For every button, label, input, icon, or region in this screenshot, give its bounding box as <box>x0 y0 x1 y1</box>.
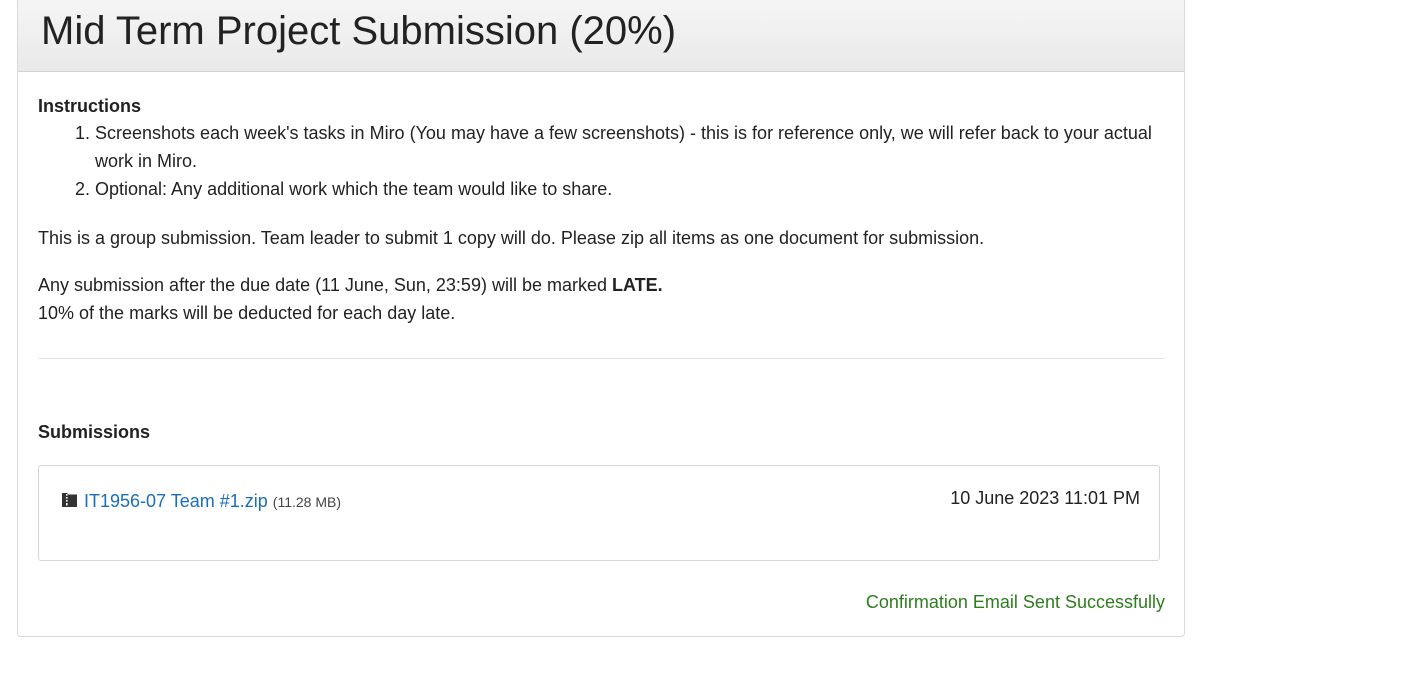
deduction-note: 10% of the marks will be deducted for ea… <box>38 303 456 323</box>
submission-date: 10 June 2023 11:01 PM <box>950 488 1140 508</box>
instructions-list: Screenshots each week's tasks in Miro (Y… <box>38 119 1175 203</box>
file-size: (11.28 MB) <box>272 494 341 510</box>
group-submission-note: This is a group submission. Team leader … <box>38 228 985 248</box>
instruction-item: Screenshots each week's tasks in Miro (Y… <box>95 119 1175 175</box>
section-divider <box>38 358 1165 359</box>
submission-entry: IT1956-07 Team #1.zip (11.28 MB) 10 June… <box>38 465 1160 561</box>
file-row: IT1956-07 Team #1.zip (11.28 MB) <box>61 489 341 513</box>
submission-panel: Mid Term Project Submission (20%) Instru… <box>17 0 1185 637</box>
late-policy-text: Any submission after the due date (11 Ju… <box>38 275 612 295</box>
panel-header: Mid Term Project Submission (20%) <box>18 0 1184 72</box>
late-policy-note: Any submission after the due date (11 Ju… <box>38 271 1168 299</box>
instruction-item: Optional: Any additional work which the … <box>95 175 1175 203</box>
file-download-link[interactable]: IT1956-07 Team #1.zip <box>84 489 268 513</box>
instructions-heading: Instructions <box>38 96 142 116</box>
submissions-heading: Submissions <box>38 422 151 442</box>
confirmation-message: Confirmation Email Sent Successfully <box>865 592 1165 612</box>
late-label: LATE. <box>612 275 663 295</box>
file-icon <box>61 491 78 509</box>
page-title: Mid Term Project Submission (20%) <box>41 9 677 53</box>
